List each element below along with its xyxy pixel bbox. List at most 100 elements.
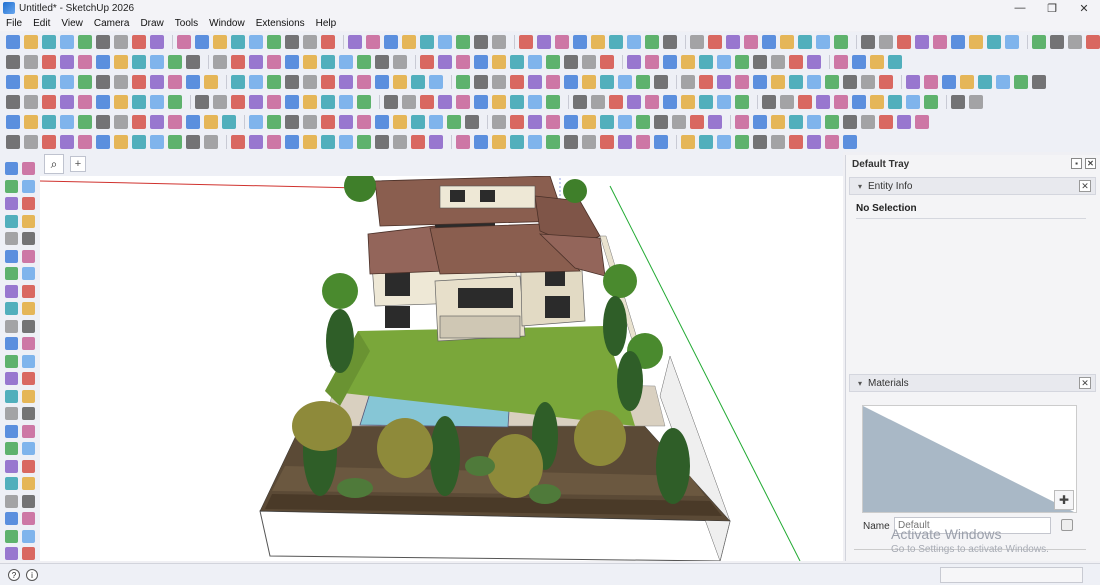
toolbar-tool-icon[interactable] — [807, 55, 821, 69]
drawing-tool-icon[interactable] — [5, 407, 18, 420]
toolbar-tool-icon[interactable] — [195, 95, 209, 109]
toolbar-tool-icon[interactable] — [411, 75, 425, 89]
toolbar-tool-icon[interactable] — [348, 35, 362, 49]
toolbar-tool-icon[interactable] — [204, 75, 218, 89]
drawing-tool-icon[interactable] — [22, 179, 35, 193]
toolbar-tool-icon[interactable] — [420, 55, 434, 69]
toolbar-tool-icon[interactable] — [231, 95, 245, 109]
toolbar-tool-icon[interactable] — [843, 75, 857, 89]
toolbar-tool-icon[interactable] — [384, 95, 398, 109]
toolbar-tool-icon[interactable] — [609, 95, 623, 109]
drawing-tool-icon[interactable] — [5, 494, 18, 508]
toolbar-tool-icon[interactable] — [456, 95, 470, 109]
menu-view[interactable]: View — [61, 18, 83, 29]
toolbar-tool-icon[interactable] — [42, 135, 56, 149]
toolbar-tool-icon[interactable] — [591, 35, 605, 49]
toolbar-tool-icon[interactable] — [609, 35, 623, 49]
toolbar-tool-icon[interactable] — [321, 115, 335, 129]
menu-draw[interactable]: Draw — [140, 18, 163, 29]
toolbar-tool-icon[interactable] — [438, 95, 452, 109]
toolbar-tool-icon[interactable] — [1014, 75, 1028, 89]
toolbar-tool-icon[interactable] — [978, 75, 992, 89]
materials-close-icon[interactable]: ✕ — [1079, 377, 1091, 389]
toolbar-tool-icon[interactable] — [168, 75, 182, 89]
toolbar-tool-icon[interactable] — [879, 35, 893, 49]
toolbar-tool-icon[interactable] — [78, 135, 92, 149]
drawing-tool-icon[interactable] — [22, 354, 35, 368]
toolbar-tool-icon[interactable] — [582, 115, 596, 129]
toolbar-tool-icon[interactable] — [879, 115, 893, 129]
toolbar-tool-icon[interactable] — [204, 135, 218, 149]
toolbar-tool-icon[interactable] — [438, 55, 452, 69]
drawing-tool-icon[interactable] — [5, 284, 18, 298]
create-material-button[interactable]: ✚ — [1054, 490, 1074, 510]
toolbar-tool-icon[interactable] — [456, 75, 470, 89]
toolbar-tool-icon[interactable] — [60, 35, 74, 49]
toolbar-tool-icon[interactable] — [402, 35, 416, 49]
toolbar-tool-icon[interactable] — [600, 55, 614, 69]
toolbar-tool-icon[interactable] — [915, 35, 929, 49]
toolbar-tool-icon[interactable] — [627, 35, 641, 49]
toolbar-tool-icon[interactable] — [249, 95, 263, 109]
toolbar-tool-icon[interactable] — [492, 95, 506, 109]
toolbar-tool-icon[interactable] — [24, 35, 38, 49]
toolbar-tool-icon[interactable] — [303, 55, 317, 69]
toolbar-tool-icon[interactable] — [636, 75, 650, 89]
toolbar-tool-icon[interactable] — [114, 135, 128, 149]
toolbar-tool-icon[interactable] — [267, 115, 281, 129]
toolbar-tool-icon[interactable] — [303, 135, 317, 149]
maximize-button[interactable]: ❐ — [1036, 0, 1068, 16]
minimize-button[interactable]: — — [1004, 0, 1036, 16]
toolbar-tool-icon[interactable] — [753, 115, 767, 129]
toolbar-tool-icon[interactable] — [78, 35, 92, 49]
toolbar-tool-icon[interactable] — [690, 115, 704, 129]
toolbar-tool-icon[interactable] — [564, 55, 578, 69]
toolbar-tool-icon[interactable] — [213, 35, 227, 49]
toolbar-tool-icon[interactable] — [618, 115, 632, 129]
toolbar-tool-icon[interactable] — [42, 75, 56, 89]
drawing-tool-icon[interactable] — [22, 459, 35, 473]
toolbar-tool-icon[interactable] — [285, 95, 299, 109]
toolbar-tool-icon[interactable] — [951, 95, 965, 109]
toolbar-tool-icon[interactable] — [303, 115, 317, 129]
toolbar-tool-icon[interactable] — [249, 55, 263, 69]
toolbar-tool-icon[interactable] — [708, 115, 722, 129]
drawing-tool-icon[interactable] — [5, 442, 18, 455]
toolbar-tool-icon[interactable] — [6, 75, 20, 89]
toolbar-tool-icon[interactable] — [717, 135, 731, 149]
toolbar-tool-icon[interactable] — [411, 135, 425, 149]
drawing-tool-icon[interactable] — [22, 494, 35, 508]
toolbar-tool-icon[interactable] — [168, 115, 182, 129]
toolbar-tool-icon[interactable] — [168, 135, 182, 149]
toolbar-tool-icon[interactable] — [708, 35, 722, 49]
materials-panel-header[interactable]: ▾ Materials ✕ — [849, 374, 1096, 392]
toolbar-tool-icon[interactable] — [969, 95, 983, 109]
menu-edit[interactable]: Edit — [33, 18, 50, 29]
toolbar-tool-icon[interactable] — [465, 115, 479, 129]
drawing-tool-icon[interactable] — [22, 267, 35, 280]
toolbar-tool-icon[interactable] — [564, 135, 578, 149]
toolbar-tool-icon[interactable] — [411, 115, 425, 129]
toolbar-tool-icon[interactable] — [492, 35, 506, 49]
toolbar-tool-icon[interactable] — [474, 35, 488, 49]
toolbar-tool-icon[interactable] — [582, 55, 596, 69]
toolbar-tool-icon[interactable] — [789, 55, 803, 69]
drawing-tool-icon[interactable] — [5, 179, 18, 193]
toolbar-tool-icon[interactable] — [60, 55, 74, 69]
toolbar-tool-icon[interactable] — [321, 95, 335, 109]
toolbar-tool-icon[interactable] — [303, 75, 317, 89]
toolbar-tool-icon[interactable] — [1005, 35, 1019, 49]
toolbar-tool-icon[interactable] — [24, 55, 38, 69]
drawing-tool-icon[interactable] — [22, 512, 35, 525]
toolbar-tool-icon[interactable] — [681, 135, 695, 149]
toolbar-tool-icon[interactable] — [150, 115, 164, 129]
duplicate-material-icon[interactable] — [1061, 519, 1073, 531]
toolbar-tool-icon[interactable] — [924, 95, 938, 109]
toolbar-tool-icon[interactable] — [762, 95, 776, 109]
toolbar-tool-icon[interactable] — [474, 135, 488, 149]
toolbar-tool-icon[interactable] — [645, 55, 659, 69]
toolbar-tool-icon[interactable] — [150, 135, 164, 149]
toolbar-tool-icon[interactable] — [852, 55, 866, 69]
toolbar-tool-icon[interactable] — [888, 55, 902, 69]
toolbar-tool-icon[interactable] — [285, 135, 299, 149]
